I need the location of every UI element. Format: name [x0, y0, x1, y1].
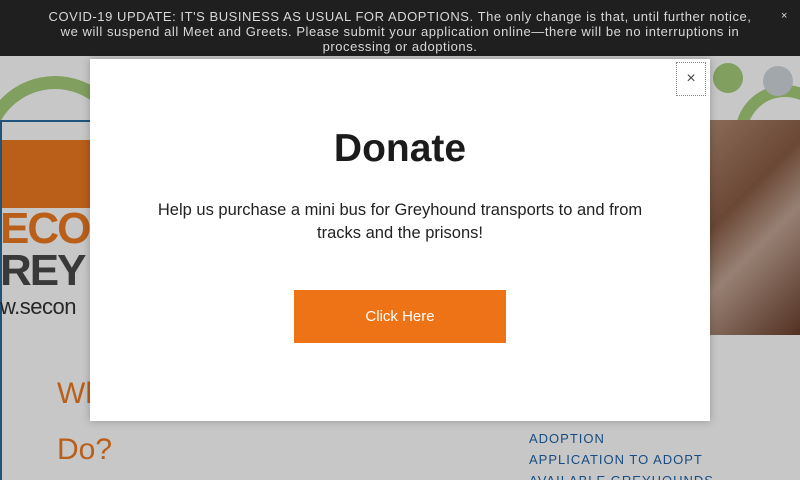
modal-body-text: Help us purchase a mini bus for Greyhoun… — [157, 201, 643, 242]
notice-close-icon[interactable]: × — [781, 9, 788, 24]
click-here-button[interactable]: Click Here — [294, 290, 506, 343]
notice-text: COVID-19 UPDATE: IT'S BUSINESS AS USUAL … — [48, 9, 752, 54]
modal-title: Donate — [333, 127, 467, 170]
covid-notice-bar: COVID-19 UPDATE: IT'S BUSINESS AS USUAL … — [0, 0, 800, 56]
donate-modal: × Donate Help us purchase a mini bus for… — [90, 59, 710, 421]
close-icon[interactable]: × — [676, 62, 706, 96]
